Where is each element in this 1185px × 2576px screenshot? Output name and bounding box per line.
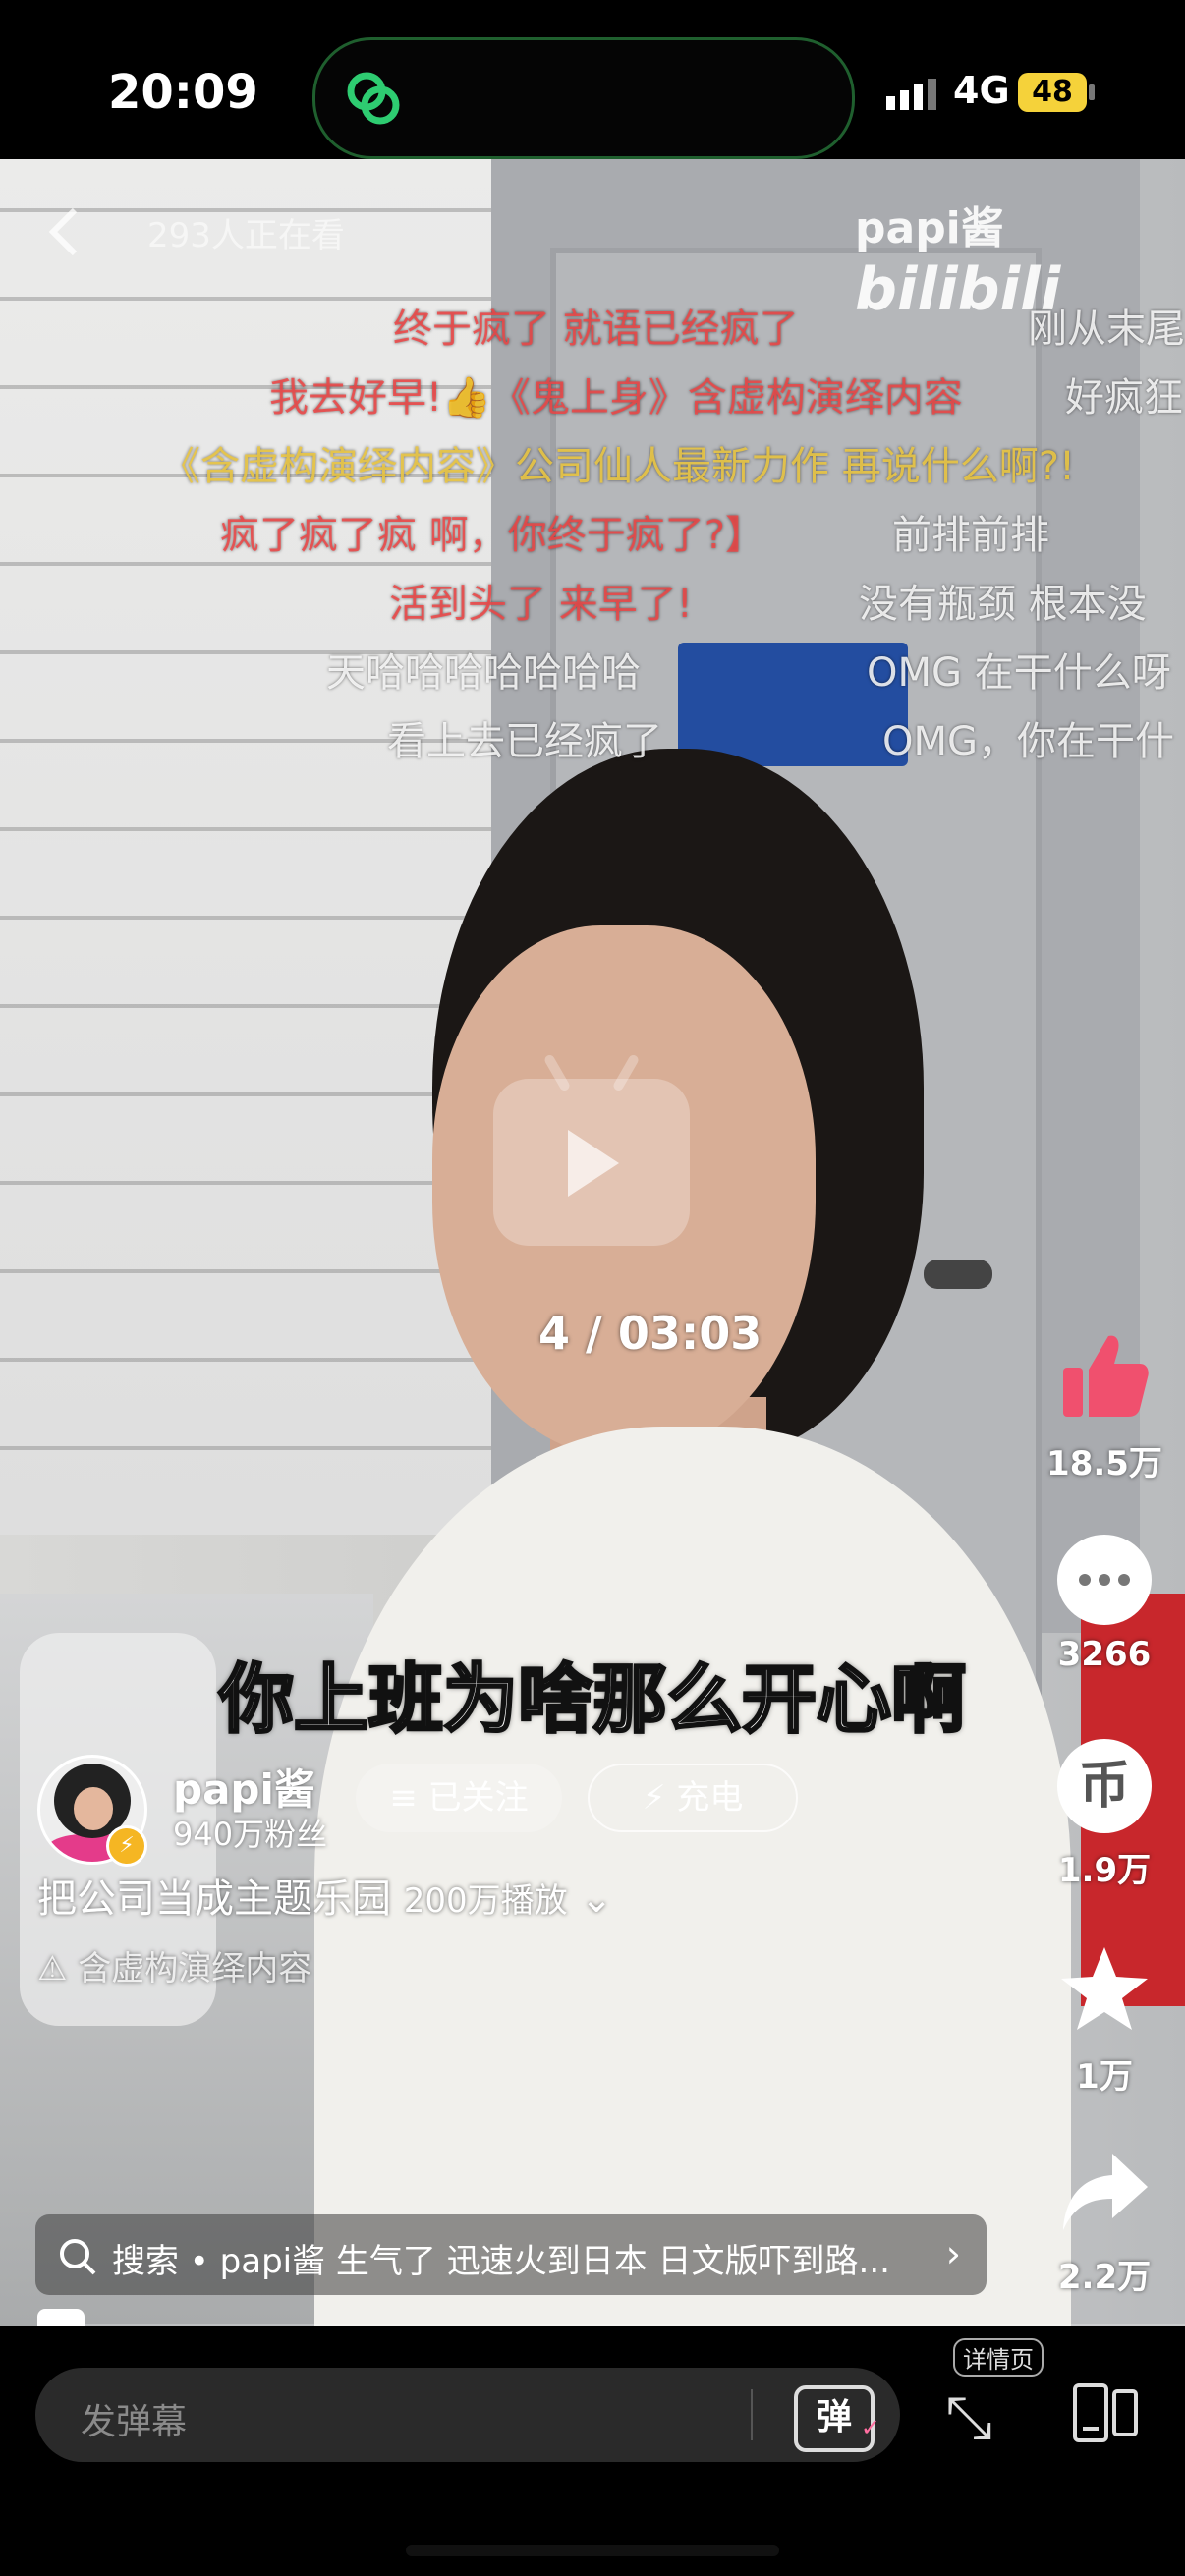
check-icon: ✓: [860, 2414, 880, 2441]
charge-button[interactable]: ⚡ 充电: [588, 1764, 798, 1832]
related-search-text: 搜索 • papi酱 生气了 迅速火到日本 日文版吓到路...: [112, 2242, 890, 2281]
door-handle: [924, 1260, 992, 1289]
coin-button[interactable]: 币 1.9万: [1042, 1739, 1167, 1891]
battery-level: 48: [1018, 73, 1087, 112]
thumbs-up-icon: [1063, 1335, 1149, 1417]
chevron-down-icon: ⌄: [580, 1876, 613, 1922]
following-button[interactable]: ≡ 已关注: [356, 1764, 562, 1832]
danmaku-item: 《含虚构演绎内容》公司仙人最新力作 再说什么啊?!: [161, 444, 1075, 489]
danmaku-item: 活到头了 来早了!: [389, 582, 693, 627]
lightning-icon: ⚡: [106, 1825, 147, 1867]
uploader-name[interactable]: papi酱: [173, 1757, 315, 1817]
danmaku-item: 前排前排: [892, 513, 1049, 558]
watermark-user: papi酱: [855, 203, 1004, 253]
danmaku-item: 刚从末尾: [1028, 307, 1185, 352]
danmaku-item: 好疯狂: [1065, 375, 1183, 420]
screen-mode-icon[interactable]: [1071, 2381, 1140, 2444]
comment-button[interactable]: 3266: [1042, 1535, 1167, 1674]
disclaimer-text: 含虚构演绎内容: [78, 1949, 312, 1988]
bottom-bar: 发弹幕 弹 ✓ 详情页 ⤡: [0, 2326, 1185, 2576]
comment-count: 3266: [1057, 1635, 1152, 1674]
danmaku-toggle-label: 弹: [816, 2397, 852, 2437]
live-viewers: 293人正在看: [147, 216, 345, 255]
chevron-right-icon: ›: [945, 2232, 961, 2275]
coin-icon: 币: [1057, 1739, 1152, 1833]
related-search-bar[interactable]: 搜索 • papi酱 生气了 迅速火到日本 日文版吓到路... ›: [35, 2214, 987, 2295]
danmaku-item: 看上去已经疯了: [387, 719, 662, 764]
avatar-face: [74, 1787, 113, 1830]
status-bar: 20:09 4G 48: [0, 0, 1185, 159]
video-player[interactable]: 293人正在看 papi酱 bilibili 终于疯了 就语已经疯了 刚从末尾 …: [0, 159, 1185, 2326]
danmaku-item: 我去好早!👍《鬼上身》含虚构演绎内容: [269, 375, 963, 420]
divider: [751, 2389, 753, 2440]
video-title-row[interactable]: 把公司当成主题乐园 200万播放 ⌄: [37, 1867, 613, 1924]
danmaku-item: OMG，你在干什: [882, 719, 1174, 764]
playback-time: 4 / 03:03: [538, 1307, 762, 1360]
star-icon: [1061, 1947, 1148, 2030]
share-count: 2.2万: [1057, 2258, 1152, 2297]
signal-icon: [886, 79, 936, 110]
danmaku-item: 疯了疯了疯 啊，你终于疯了?】: [220, 513, 764, 558]
content-disclaimer: ⚠ 含虚构演绎内容: [37, 1941, 311, 1989]
danmaku-item: 没有瓶颈 根本没: [859, 582, 1147, 627]
danmaku-item: OMG 在干什么呀: [867, 650, 1171, 696]
back-icon[interactable]: [45, 202, 85, 261]
home-indicator: [406, 2545, 779, 2556]
favorite-count: 1万: [1076, 2057, 1133, 2097]
battery-tip: [1089, 84, 1095, 100]
video-title: 把公司当成主题乐园: [37, 1876, 391, 1922]
search-icon: [60, 2239, 96, 2275]
favorite-button[interactable]: 1万: [1042, 1941, 1167, 2098]
danmaku-input[interactable]: 发弹幕 弹 ✓: [35, 2368, 900, 2462]
like-button[interactable]: 18.5万: [1042, 1328, 1167, 1484]
dynamic-island: [312, 37, 855, 159]
fan-count: 940万粉丝: [173, 1816, 328, 1853]
like-count: 18.5万: [1046, 1444, 1162, 1484]
danmaku-item: 终于疯了 就语已经疯了: [393, 307, 799, 352]
clock: 20:09: [108, 65, 258, 120]
share-button[interactable]: 2.2万: [1042, 2148, 1167, 2298]
play-count: 200万播放: [403, 1881, 568, 1921]
danmaku-item: 天哈哈哈哈哈哈哈: [326, 650, 641, 696]
danmaku-placeholder: 发弹幕: [81, 2402, 188, 2442]
danmaku-toggle-button[interactable]: 弹 ✓: [794, 2385, 880, 2452]
play-icon: [568, 1130, 619, 1197]
network-type: 4G: [953, 69, 1010, 112]
share-icon: [1063, 2154, 1148, 2230]
exit-fullscreen-icon[interactable]: ⤡: [945, 2383, 992, 2452]
play-button[interactable]: [493, 1053, 690, 1246]
detail-page-label: 详情页: [953, 2338, 1044, 2377]
coin-count: 1.9万: [1057, 1851, 1152, 1890]
subtitle: 你上班为啥那么开心啊: [218, 1654, 968, 1745]
comment-icon: [1057, 1535, 1152, 1625]
warning-icon: ⚠: [37, 1949, 68, 1988]
link-icon: [347, 72, 400, 125]
